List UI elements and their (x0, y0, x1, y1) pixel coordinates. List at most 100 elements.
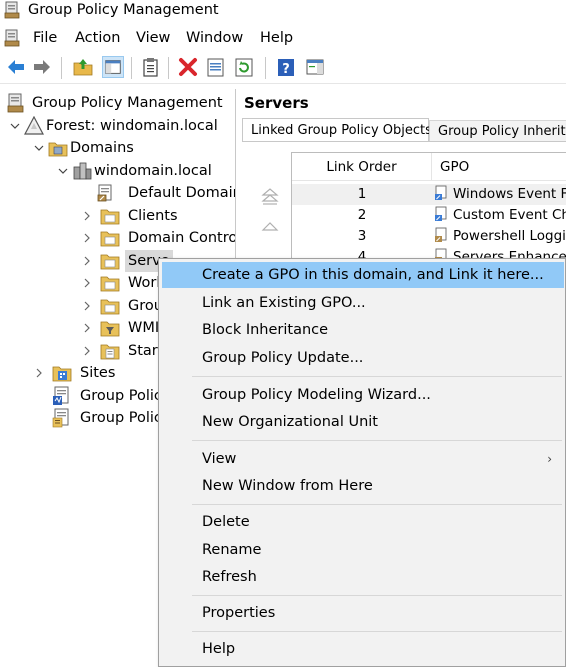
refresh-icon[interactable] (233, 56, 255, 78)
tree-label-domains: Domains (70, 140, 134, 156)
toolbar-separator (61, 57, 62, 79)
delete-icon[interactable] (177, 56, 199, 78)
forward-icon[interactable] (31, 56, 53, 78)
tree-label-child: Domain Control (128, 230, 236, 246)
menu-item-create-gpo[interactable]: Create a GPO in this domain, and Link it… (162, 262, 564, 288)
tab-gp-inheritance[interactable]: Group Policy Inheritanc (429, 120, 566, 142)
menu-item-new-ou[interactable]: New Organizational Unit (162, 409, 564, 435)
tree-node-root[interactable]: Group Policy Management (4, 92, 234, 114)
help-icon[interactable]: ? (275, 56, 297, 78)
gpmc-app-icon (4, 1, 20, 19)
ou-folder-icon (100, 276, 120, 292)
tree-label-domain: windomain.local (94, 163, 212, 179)
menu-separator (192, 631, 562, 632)
tree-label-child: Default Domain (128, 185, 236, 201)
chevron-down-icon[interactable] (34, 143, 44, 153)
menu-item-help[interactable]: Help (162, 636, 564, 662)
chevron-right-icon[interactable] (82, 256, 92, 266)
chevron-right-icon[interactable] (82, 323, 92, 333)
menu-item-label: Help (202, 641, 236, 657)
ou-folder-icon (100, 209, 120, 225)
menu-bar: File Action View Window Help (0, 27, 566, 49)
ou-folder-icon (100, 231, 120, 247)
properties-icon[interactable] (205, 56, 227, 78)
menu-item-new-window[interactable]: New Window from Here (162, 473, 564, 499)
menu-item-label: Rename (202, 542, 262, 558)
wmi-filter-icon (100, 321, 120, 337)
gpo-name: Windows Event Fo (453, 186, 566, 202)
menu-item-label: Properties (202, 605, 276, 621)
menu-item-gp-update[interactable]: Group Policy Update... (162, 345, 564, 371)
menu-item-delete[interactable]: Delete (162, 509, 564, 535)
menu-separator (192, 440, 562, 441)
menu-item-block-inheritance[interactable]: Block Inheritance (162, 317, 564, 343)
menu-item-view[interactable]: View › (162, 446, 564, 472)
toolbar: ? (0, 53, 566, 84)
tab-linked-gpos[interactable]: Linked Group Policy Objects (242, 118, 432, 142)
tree-node-domains[interactable]: Domains (34, 137, 234, 159)
gpo-cell: Windows Event Fo (434, 184, 566, 205)
context-menu: Create a GPO in this domain, and Link it… (158, 258, 566, 667)
menu-item-label: New Organizational Unit (202, 414, 378, 430)
toolbar-separator (131, 57, 132, 79)
table-row[interactable]: 3 Powershell Loggin (292, 226, 566, 247)
action-pane-icon[interactable] (304, 56, 326, 78)
tree-node-clients[interactable]: Clients (82, 205, 234, 227)
menu-item-label: View (202, 451, 237, 467)
back-icon[interactable] (5, 56, 27, 78)
table-row[interactable]: 1 Windows Event Fo (292, 184, 566, 205)
menu-item-label: Block Inheritance (202, 322, 329, 338)
menu-file[interactable]: File (33, 27, 57, 49)
chevron-right-icon[interactable] (82, 233, 92, 243)
up-folder-icon[interactable] (72, 56, 94, 78)
submenu-arrow-icon: › (547, 452, 552, 466)
move-link-up-icon[interactable] (260, 219, 280, 233)
column-header-link-order[interactable]: Link Order (292, 153, 432, 181)
menu-item-label: Create a GPO in this domain, and Link it… (202, 267, 544, 283)
column-header-gpo[interactable]: GPO (432, 153, 566, 181)
clipboard-icon[interactable] (140, 56, 162, 78)
domain-icon (73, 162, 92, 180)
title-bar: Group Policy Management (0, 0, 566, 22)
chevron-right-icon[interactable] (82, 301, 92, 311)
menu-window[interactable]: Window (186, 27, 243, 49)
menu-item-modeling-wizard[interactable]: Group Policy Modeling Wizard... (162, 382, 564, 408)
chevron-right-icon[interactable] (82, 278, 92, 288)
menu-item-properties[interactable]: Properties (162, 600, 564, 626)
tree-label-child: WMI (128, 320, 160, 336)
chevron-right-icon[interactable] (82, 211, 92, 221)
menu-item-label: Delete (202, 514, 250, 530)
chevron-down-icon[interactable] (10, 121, 20, 131)
menu-item-label: Group Policy Modeling Wizard... (202, 387, 431, 403)
move-link-top-icon[interactable] (260, 186, 280, 206)
tree-label-results: Group Policy (80, 410, 171, 426)
domains-folder-icon (48, 142, 68, 157)
gpmc-menu-icon[interactable] (4, 29, 22, 47)
chevron-right-icon[interactable] (82, 346, 92, 356)
gp-modeling-icon (53, 386, 69, 405)
menu-item-link-existing-gpo[interactable]: Link an Existing GPO... (162, 290, 564, 316)
gpo-name: Powershell Loggin (453, 228, 566, 244)
chevron-down-icon[interactable] (58, 166, 68, 176)
starter-gpo-folder-icon (100, 344, 120, 360)
tree-node-domain-controllers[interactable]: Domain Control (82, 227, 236, 249)
chevron-right-icon[interactable] (34, 368, 44, 378)
menu-action[interactable]: Action (75, 27, 120, 49)
tree-node-default-domain-policy[interactable]: Default Domain (82, 182, 236, 204)
show-hide-tree-icon[interactable] (102, 56, 124, 78)
link-order-cell: 3 (357, 228, 367, 244)
menu-item-label: New Window from Here (202, 478, 373, 494)
tree-label-modeling: Group Policy (80, 388, 171, 404)
menu-item-refresh[interactable]: Refresh (162, 564, 564, 590)
window-title: Group Policy Management (28, 2, 219, 18)
svg-text:?: ? (282, 62, 290, 77)
gpo-link-icon (435, 227, 447, 242)
tree-node-forest[interactable]: Forest: windomain.local (10, 115, 234, 137)
sites-icon (52, 366, 72, 382)
menu-item-rename[interactable]: Rename (162, 537, 564, 563)
menu-help[interactable]: Help (260, 27, 293, 49)
menu-view[interactable]: View (136, 27, 170, 49)
table-row[interactable]: 2 Custom Event Cha (292, 205, 566, 226)
gpo-name: Custom Event Cha (453, 207, 566, 223)
tree-node-domain[interactable]: windomain.local (58, 160, 234, 182)
